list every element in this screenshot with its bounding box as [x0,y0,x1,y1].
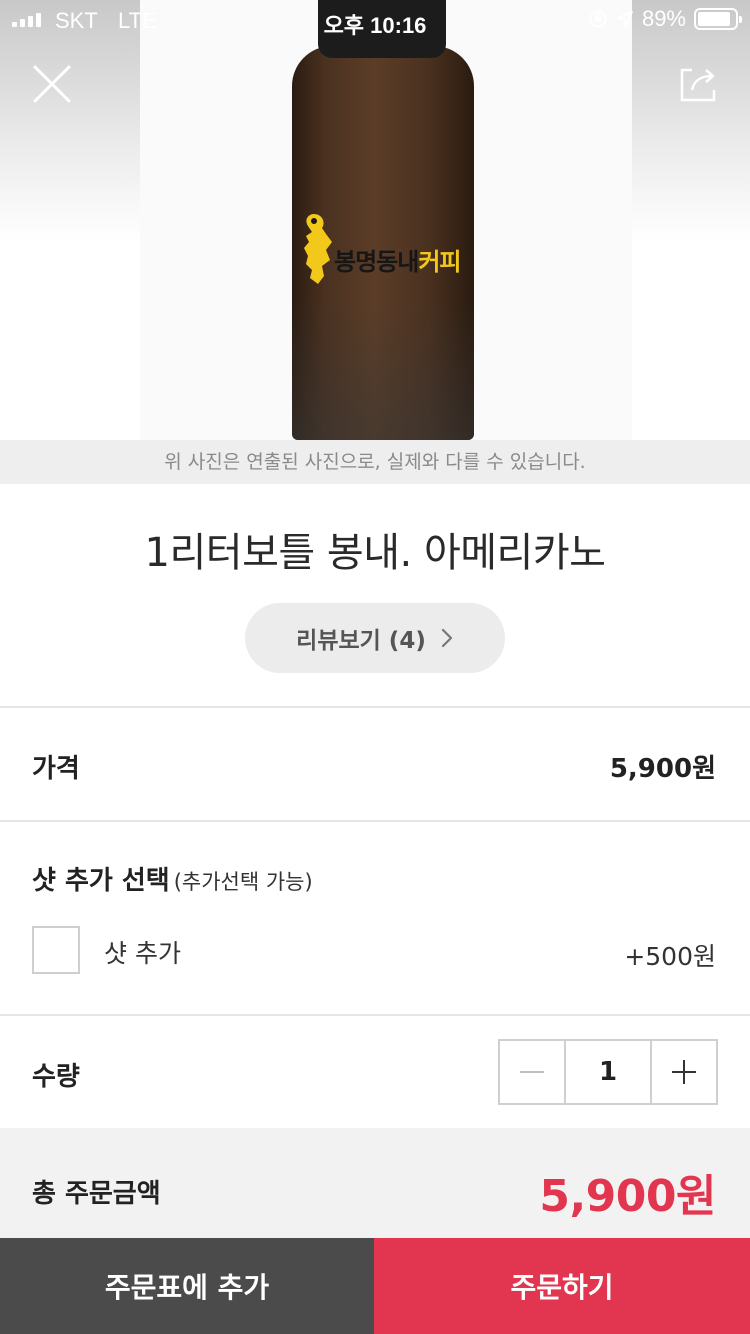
product-image: 봉명동내커피 [0,0,750,440]
close-button[interactable] [30,62,74,106]
bottle-logo-text: 봉명동내커피 [334,242,462,277]
option-group-title: 샷 추가 선택 (추가선택 가능) [32,860,313,897]
location-arrow-icon [617,11,633,27]
view-reviews-button[interactable]: 리뷰보기 (4) [245,603,505,673]
review-label: 리뷰보기 (4) [296,628,426,654]
minus-icon [520,1071,544,1073]
close-icon [33,65,71,103]
plus-icon [672,1060,696,1084]
battery-percent: 89% [641,6,686,31]
option-checkbox-shot[interactable] [32,926,80,974]
option-price-shot: +500원 [624,942,716,971]
order-button[interactable]: 주문하기 [374,1238,750,1334]
price-label: 가격 [32,754,80,784]
option-group-title-text: 샷 추가 선택 [32,866,170,896]
total-value: 5,900원 [539,1171,716,1222]
quantity-value[interactable]: 1 [564,1041,652,1103]
status-time: 오후 10:16 [323,13,427,38]
total-label: 총 주문금액 [32,1179,161,1209]
share-icon [680,68,716,102]
option-group-subtitle: (추가선택 가능) [173,870,313,894]
divider [0,820,750,822]
logo-text-accent: 커피 [418,248,461,276]
orientation-lock-icon [589,10,607,28]
share-button[interactable] [676,62,720,106]
quantity-stepper: 1 [498,1039,718,1105]
logo-map-icon [304,214,332,284]
option-label-shot: 샷 추가 [104,939,181,968]
quantity-decrease-button[interactable] [500,1041,564,1103]
add-to-cart-button[interactable]: 주문표에 추가 [0,1238,374,1334]
status-right: 89% [588,6,742,32]
price-value: 5,900원 [609,754,716,784]
quantity-label: 수량 [32,1062,80,1092]
logo-text-main: 봉명동내 [334,248,419,276]
quantity-increase-button[interactable] [652,1041,716,1103]
battery-icon [694,8,742,30]
photo-disclaimer: 위 사진은 연출된 사진으로, 실제와 다를 수 있습니다. [0,440,750,484]
status-bar: SKT LTE 오후 10:16 89% [0,0,750,40]
product-title: 1리터보틀 봉내. 아메리카노 [144,530,606,576]
divider [0,1014,750,1016]
battery-fill [698,12,731,26]
divider [0,706,750,708]
chevron-right-icon [441,628,452,648]
